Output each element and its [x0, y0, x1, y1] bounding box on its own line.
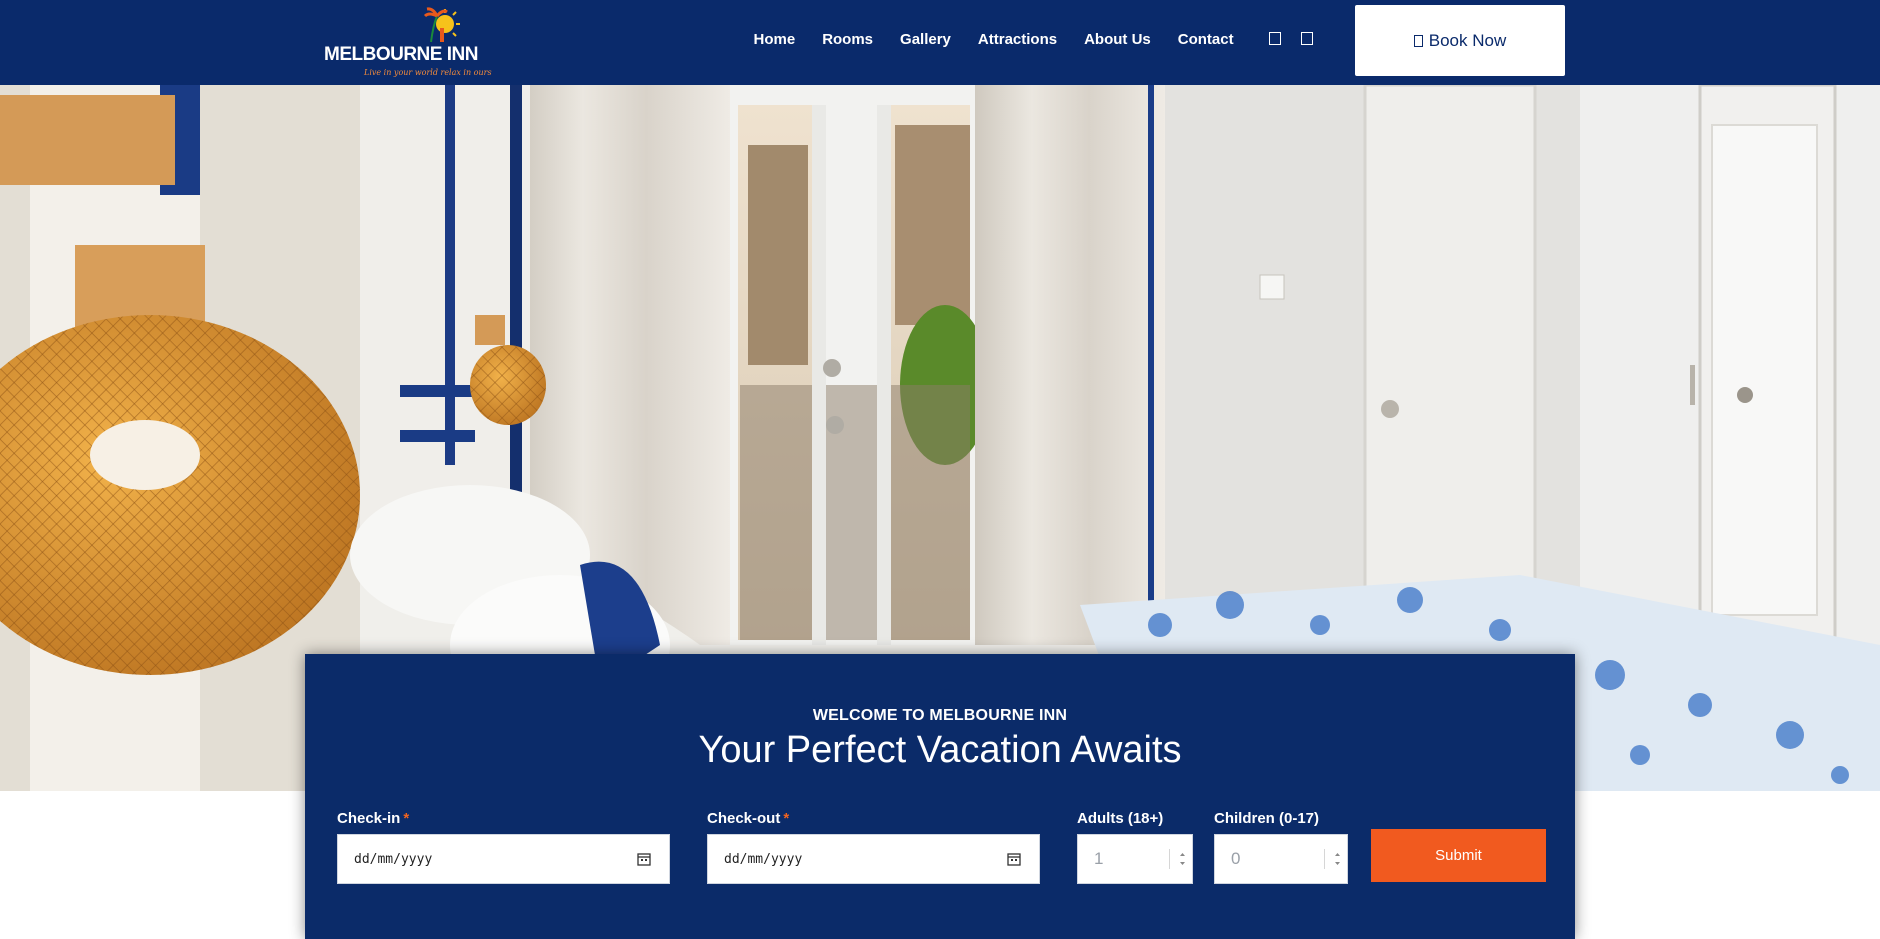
calendar-icon — [1413, 34, 1423, 47]
nav-contact[interactable]: Contact — [1164, 31, 1247, 48]
booking-panel: WELCOME TO MELBOURNE INN Your Perfect Va… — [305, 654, 1575, 939]
required-mark: * — [403, 810, 410, 827]
children-value: 0 — [1231, 849, 1241, 868]
nav-rooms[interactable]: Rooms — [809, 31, 887, 48]
main-nav: Home Rooms Gallery Attractions About Us … — [740, 0, 1247, 78]
nav-attractions[interactable]: Attractions — [964, 31, 1070, 48]
checkin-date-input[interactable]: dd/mm/yyyy — [337, 834, 670, 884]
facebook-icon[interactable] — [1269, 32, 1283, 46]
calendar-icon[interactable] — [637, 852, 651, 866]
children-number-input[interactable]: 0 — [1214, 834, 1348, 884]
site-header: MELBOURNE INN Live in your world relax i… — [0, 0, 1880, 85]
checkin-label: Check-in * — [337, 810, 409, 827]
checkin-label-text: Check-in — [337, 810, 401, 827]
adults-label: Adults (18+) — [1077, 810, 1164, 827]
checkin-value: dd/mm/yyyy — [354, 851, 433, 867]
sun-palm-icon — [423, 7, 460, 43]
spinner-arrows-icon[interactable] — [1169, 849, 1186, 869]
spinner-arrows-icon[interactable] — [1324, 849, 1341, 869]
checkout-date-input[interactable]: dd/mm/yyyy — [707, 834, 1040, 884]
nav-home[interactable]: Home — [740, 31, 809, 48]
nav-gallery[interactable]: Gallery — [887, 31, 965, 48]
brand-name: MELBOURNE INN — [324, 44, 478, 65]
checkout-value: dd/mm/yyyy — [724, 851, 803, 867]
logo[interactable]: MELBOURNE INN Live in your world relax i… — [320, 4, 492, 82]
brand-tagline: Live in your world relax in ours — [364, 68, 492, 77]
submit-button[interactable]: Submit — [1371, 829, 1546, 882]
checkout-label: Check-out * — [707, 810, 789, 827]
nav-about-us[interactable]: About Us — [1071, 31, 1165, 48]
checkout-label-text: Check-out — [707, 810, 781, 827]
adults-value: 1 — [1094, 849, 1104, 868]
required-mark: * — [783, 810, 790, 827]
instagram-icon[interactable] — [1301, 32, 1315, 46]
book-now-button[interactable]: Book Now — [1355, 5, 1565, 76]
page-headline: Your Perfect Vacation Awaits — [698, 729, 1182, 771]
book-now-label: Book Now — [1428, 30, 1507, 50]
children-label: Children (0-17) — [1214, 810, 1320, 827]
welcome-eyebrow: WELCOME TO MELBOURNE INN — [812, 707, 1068, 724]
adults-number-input[interactable]: 1 — [1077, 834, 1193, 884]
calendar-icon[interactable] — [1007, 852, 1021, 866]
